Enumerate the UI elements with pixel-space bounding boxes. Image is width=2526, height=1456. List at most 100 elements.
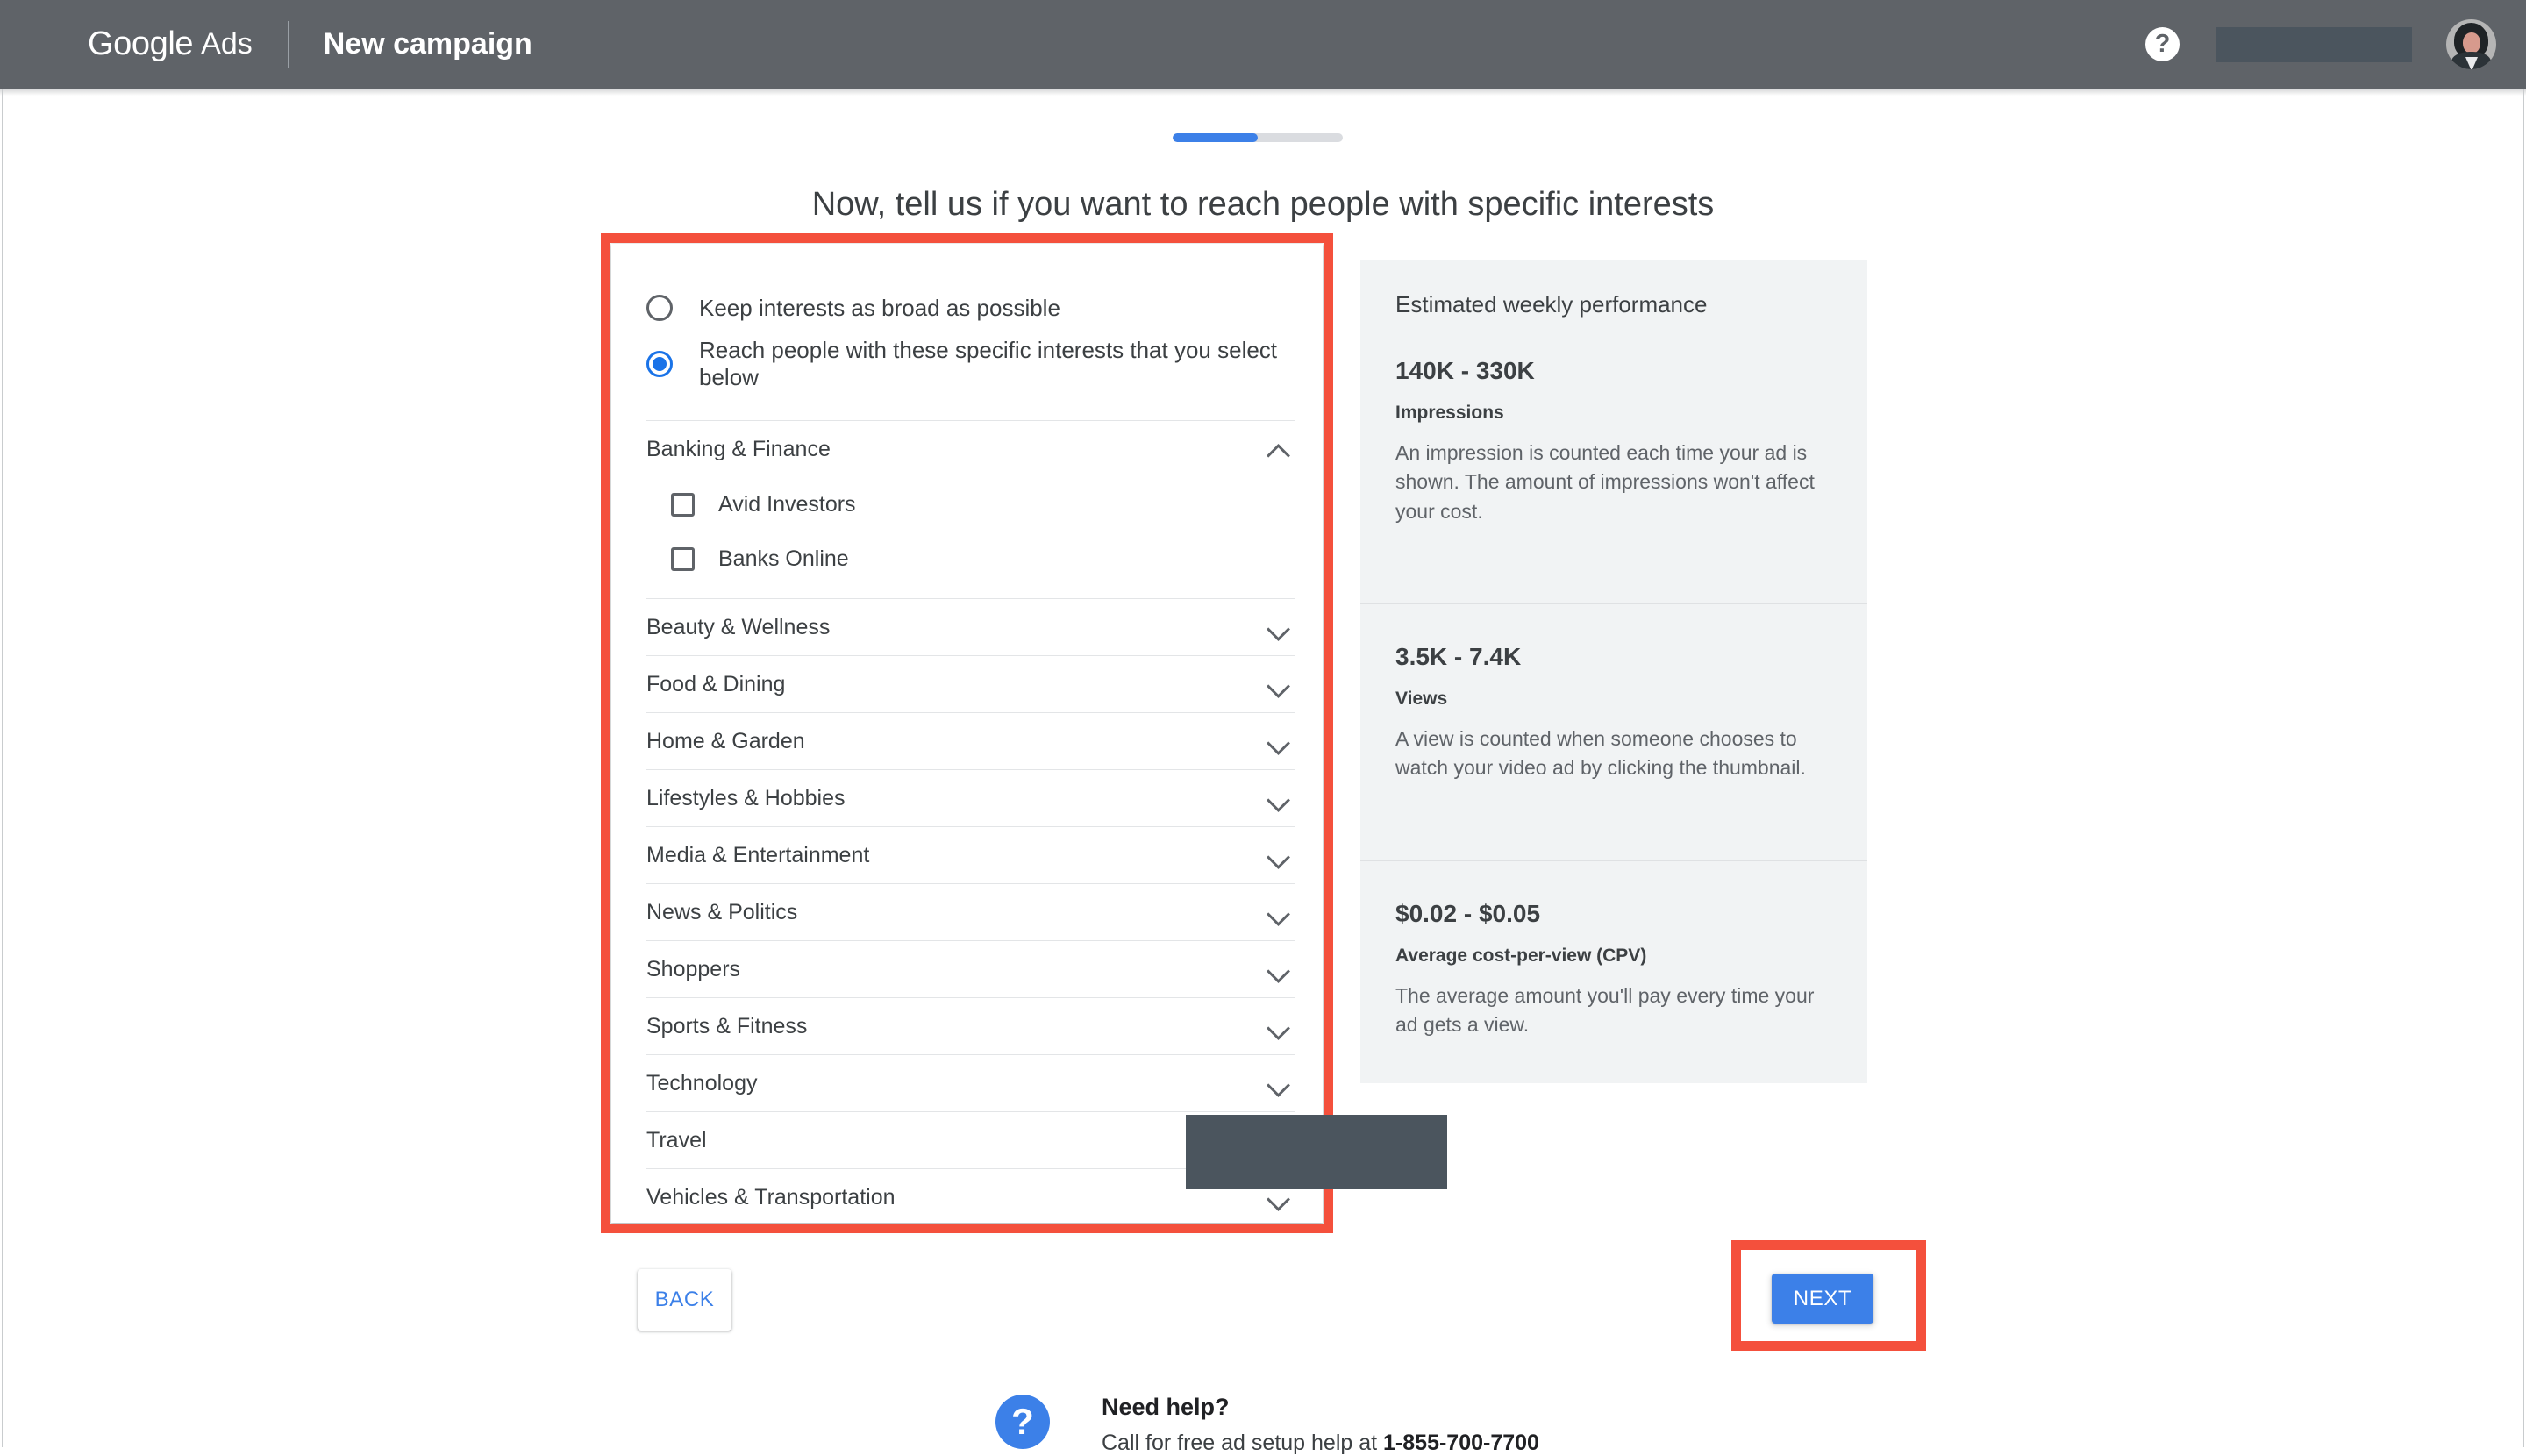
interest-category-header[interactable]: Food & Dining <box>646 656 1295 712</box>
interest-category-label: Shoppers <box>646 957 740 982</box>
radio-unselected-icon[interactable] <box>646 295 673 321</box>
interest-mode-option-1[interactable]: Reach people with these specific interes… <box>611 336 1323 392</box>
avatar[interactable] <box>2446 19 2496 69</box>
need-help-footer: ? Need help? Call for free ad setup help… <box>995 1395 1539 1456</box>
interest-category-label: Media & Entertainment <box>646 843 869 868</box>
estimate-description: The average amount you'll pay every time… <box>1395 981 1832 1084</box>
interest-category-header[interactable]: Technology <box>646 1055 1295 1111</box>
interest-category: Food & Dining <box>646 655 1295 712</box>
need-help-phone: 1-855-700-7700 <box>1383 1431 1539 1455</box>
estimate-value: $0.02 - $0.05 <box>1395 861 1832 928</box>
interest-mode-option-label: Keep interests as broad as possible <box>699 295 1060 322</box>
estimate-metric-name: Views <box>1395 689 1832 710</box>
interest-mode-option-label: Reach people with these specific interes… <box>699 337 1323 391</box>
interest-checkbox-row[interactable]: Avid Investors <box>646 477 1295 532</box>
interest-category-label: Sports & Fitness <box>646 1014 807 1039</box>
interest-category-label: Beauty & Wellness <box>646 615 830 640</box>
need-help-text: Need help? Call for free ad setup help a… <box>1102 1395 1539 1456</box>
estimated-performance-panel: Estimated weekly performance 140K - 330K… <box>1360 260 1867 1083</box>
interest-checkbox-label: Banks Online <box>718 546 849 572</box>
estimate-panel-header: Estimated weekly performance <box>1360 260 1867 318</box>
interest-mode-option-0[interactable]: Keep interests as broad as possible <box>611 280 1323 336</box>
interest-category-label: News & Politics <box>646 900 797 925</box>
chevron-down-icon[interactable] <box>1267 958 1290 981</box>
account-info-redacted <box>2216 27 2412 62</box>
brand-ads-text: Ads <box>201 27 253 61</box>
redacted-overlay-rect <box>1186 1115 1447 1189</box>
interest-checkbox-label: Avid Investors <box>718 492 856 517</box>
estimate-description: A view is counted when someone chooses t… <box>1395 724 1832 827</box>
chevron-down-icon[interactable] <box>1267 1072 1290 1095</box>
chevron-down-icon[interactable] <box>1267 730 1290 753</box>
interest-category: Shoppers <box>646 940 1295 997</box>
interest-category-header[interactable]: Banking & Finance <box>646 421 1295 477</box>
interest-category-header[interactable]: Shoppers <box>646 941 1295 997</box>
brand-logo[interactable]: Google Ads <box>88 25 253 63</box>
interest-selection-card: Keep interests as broad as possible Reach… <box>611 244 1323 1223</box>
interest-category-list: Banking & Finance Avid Investors Banks Onl… <box>611 420 1323 1225</box>
app-bar-actions: ? <box>2145 0 2526 89</box>
estimate-block: $0.02 - $0.05 Average cost-per-view (CPV)… <box>1360 860 1867 1084</box>
chevron-down-icon[interactable] <box>1267 616 1290 639</box>
estimate-blocks: 140K - 330K Impressions An impression is c… <box>1360 318 1867 1083</box>
need-help-prefix: Call for free ad setup help at <box>1102 1431 1383 1455</box>
interest-category-header[interactable]: Sports & Fitness <box>646 998 1295 1054</box>
chevron-down-icon[interactable] <box>1267 1015 1290 1038</box>
interest-category-label: Food & Dining <box>646 672 785 697</box>
interest-category: Sports & Fitness <box>646 997 1295 1054</box>
brand-google-text: Google <box>88 25 193 63</box>
help-icon[interactable]: ? <box>2145 27 2180 61</box>
chevron-down-icon[interactable] <box>1267 673 1290 696</box>
interest-category-label: Home & Garden <box>646 729 805 754</box>
estimate-metric-name: Average cost-per-view (CPV) <box>1395 946 1832 967</box>
page-title: New campaign <box>324 27 532 61</box>
interest-category: Media & Entertainment <box>646 826 1295 883</box>
interest-checkbox-row[interactable]: Banks Online <box>646 532 1295 586</box>
interest-category: Home & Garden <box>646 712 1295 769</box>
interest-category-header[interactable]: News & Politics <box>646 884 1295 940</box>
interest-category-label: Lifestyles & Hobbies <box>646 786 846 811</box>
interest-category-header[interactable]: Lifestyles & Hobbies <box>646 770 1295 826</box>
interest-category: Lifestyles & Hobbies <box>646 769 1295 826</box>
page-headline: Now, tell us if you want to reach people… <box>0 186 2526 224</box>
estimate-value: 3.5K - 7.4K <box>1395 604 1832 671</box>
radio-selected-icon[interactable] <box>646 351 673 377</box>
interest-category-header[interactable]: Home & Garden <box>646 713 1295 769</box>
app-bar-shadow <box>0 89 2526 96</box>
checkbox-icon[interactable] <box>671 547 695 571</box>
interest-category-body: Avid Investors Banks Online <box>646 477 1295 598</box>
chevron-down-icon[interactable] <box>1267 901 1290 924</box>
interest-category-header[interactable]: Beauty & Wellness <box>646 599 1295 655</box>
interest-category: Beauty & Wellness <box>646 598 1295 655</box>
interest-category: Banking & Finance Avid Investors Banks Onl… <box>646 420 1295 598</box>
app-bar: Google Ads New campaign ? <box>0 0 2526 89</box>
interest-category: News & Politics <box>646 883 1295 940</box>
brand-separator <box>288 21 289 68</box>
interest-mode-radio-group: Keep interests as broad as possible Reach… <box>611 280 1323 392</box>
chevron-up-icon[interactable] <box>1267 438 1290 460</box>
estimate-value: 140K - 330K <box>1395 318 1832 385</box>
estimate-block: 140K - 330K Impressions An impression is c… <box>1360 318 1867 570</box>
estimate-block: 3.5K - 7.4K Views A view is counted when s… <box>1360 603 1867 827</box>
page-edge-right <box>2523 89 2524 1447</box>
chevron-down-icon[interactable] <box>1267 787 1290 810</box>
next-button[interactable]: NEXT <box>1772 1274 1873 1324</box>
back-button[interactable]: BACK <box>638 1269 731 1331</box>
interest-category-label: Technology <box>646 1071 757 1096</box>
interest-category-label: Banking & Finance <box>646 437 831 462</box>
page-edge-left <box>2 89 3 1447</box>
step-progress-bar <box>1173 133 1343 142</box>
step-progress-fill <box>1173 133 1258 142</box>
checkbox-icon[interactable] <box>671 493 695 517</box>
interest-category: Technology <box>646 1054 1295 1111</box>
interest-category-label: Vehicles & Transportation <box>646 1185 896 1210</box>
interest-category-label: Travel <box>646 1128 707 1153</box>
need-help-title: Need help? <box>1102 1395 1539 1421</box>
need-help-subtitle: Call for free ad setup help at 1-855-700… <box>1102 1431 1539 1456</box>
estimate-metric-name: Impressions <box>1395 403 1832 424</box>
help-badge-icon: ? <box>995 1395 1050 1449</box>
estimate-description: An impression is counted each time your … <box>1395 439 1832 570</box>
avatar-face <box>2463 32 2480 54</box>
interest-category-header[interactable]: Media & Entertainment <box>646 827 1295 883</box>
chevron-down-icon[interactable] <box>1267 844 1290 867</box>
